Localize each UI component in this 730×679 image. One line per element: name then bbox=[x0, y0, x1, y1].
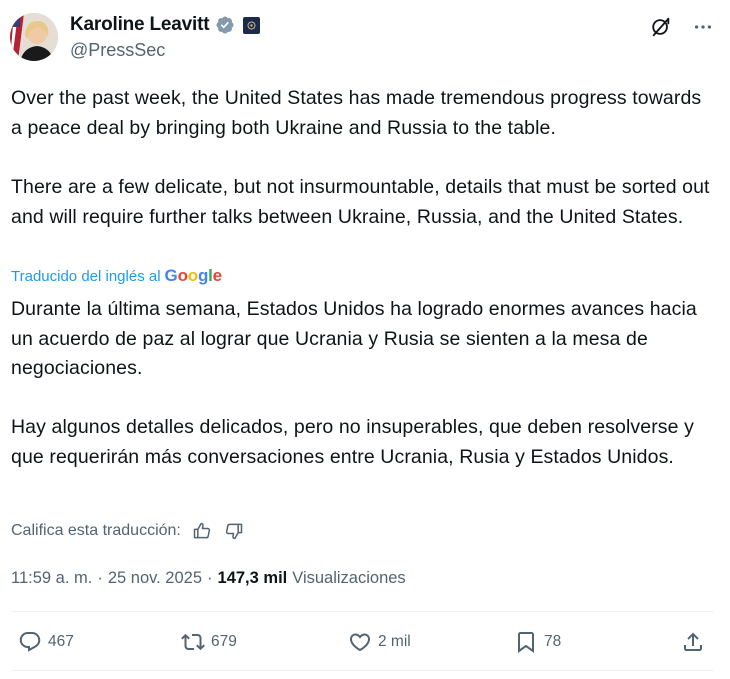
translated-by-link[interactable]: Traducido del inglés al Google bbox=[11, 266, 222, 286]
reply-icon bbox=[19, 632, 41, 652]
tweet-time[interactable]: 11:59 a. m. bbox=[11, 569, 92, 588]
translation-paragraph: Durante la última semana, Estados Unidos… bbox=[11, 298, 697, 379]
action-bar: 467 679 2 mil 78 bbox=[11, 622, 714, 662]
verified-badge-icon bbox=[215, 15, 235, 35]
thumbs-up-icon[interactable] bbox=[191, 520, 213, 542]
repost-count: 679 bbox=[211, 633, 237, 650]
handle[interactable]: @PressSec bbox=[70, 40, 165, 61]
grok-icon[interactable] bbox=[648, 14, 674, 40]
tweet-meta: 11:59 a. m. · 25 nov. 2025 · 147,3 mil V… bbox=[11, 569, 406, 588]
tweet-text-paragraph: Over the past week, the United States ha… bbox=[11, 87, 702, 139]
avatar[interactable] bbox=[10, 13, 58, 61]
tweet: Karoline Leavitt @PressSec Over the past… bbox=[0, 0, 730, 679]
reply-count: 467 bbox=[48, 633, 74, 650]
thumbs-down-icon[interactable] bbox=[223, 520, 245, 542]
bookmark-icon bbox=[518, 632, 534, 653]
tweet-text-paragraph: There are a few delicate, but not insurm… bbox=[11, 176, 710, 228]
google-logo: Google bbox=[164, 266, 223, 285]
divider bbox=[11, 611, 714, 612]
repost-icon bbox=[181, 633, 205, 651]
tweet-date[interactable]: 25 nov. 2025 bbox=[108, 569, 202, 588]
views-count: 147,3 mil bbox=[217, 569, 288, 587]
reply-button[interactable]: 467 bbox=[18, 630, 74, 654]
share-button[interactable] bbox=[681, 630, 705, 654]
affiliation-badge-icon[interactable] bbox=[243, 16, 261, 34]
separator: · bbox=[97, 569, 103, 587]
display-name[interactable]: Karoline Leavitt bbox=[70, 14, 210, 36]
divider bbox=[11, 670, 714, 671]
heart-icon bbox=[349, 633, 371, 652]
more-icon[interactable] bbox=[690, 14, 716, 40]
translated-label: Traducido del inglés al bbox=[11, 267, 161, 285]
share-icon bbox=[684, 632, 702, 651]
bookmark-count: 78 bbox=[544, 633, 562, 650]
like-count: 2 mil bbox=[378, 633, 411, 650]
separator: · bbox=[207, 569, 213, 587]
like-button[interactable]: 2 mil bbox=[348, 630, 411, 654]
repost-button[interactable]: 679 bbox=[181, 630, 237, 654]
bookmark-button[interactable]: 78 bbox=[514, 630, 561, 654]
translation-paragraph: Hay algunos detalles delicados, pero no … bbox=[11, 416, 694, 468]
views-label: Visualizaciones bbox=[292, 569, 406, 587]
rate-translation-label: Califica esta traducción: bbox=[11, 522, 181, 539]
